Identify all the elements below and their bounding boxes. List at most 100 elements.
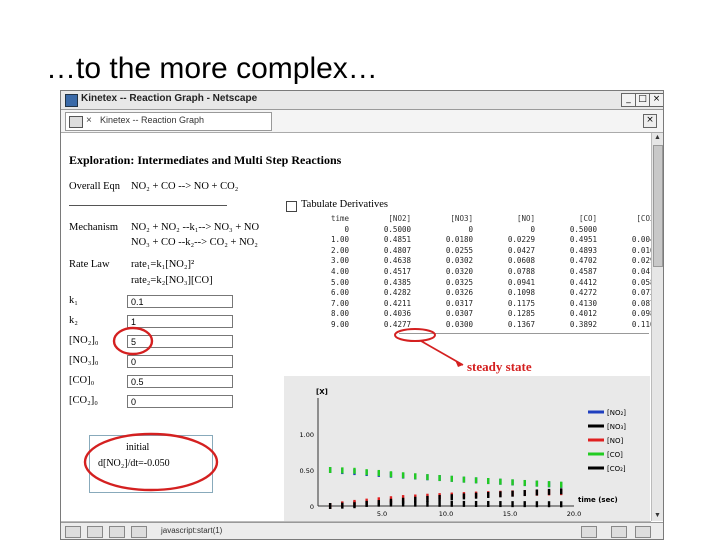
- data-point: [328, 503, 332, 509]
- table-row: 3.00 0.4638 0.0302 0.0608 0.4702 0.0298: [313, 256, 651, 267]
- table-cell: 0.0988: [631, 309, 651, 319]
- page-icon: [69, 116, 83, 128]
- data-point: [438, 495, 441, 502]
- data-point: [426, 495, 429, 502]
- x-tick-label: 10.0: [439, 510, 453, 518]
- data-point: [511, 501, 514, 508]
- table-cell: 0.4130: [569, 298, 597, 308]
- legend-entry: [CO₂]: [607, 465, 626, 473]
- data-point: [547, 481, 551, 488]
- table-cell: 0.4012: [569, 309, 597, 319]
- scroll-up-icon[interactable]: ▲: [652, 133, 663, 143]
- column-header: time: [330, 214, 349, 223]
- table-cell: 0.0229: [507, 235, 535, 245]
- table-cell: 0.4282: [383, 288, 411, 298]
- status-icon: [109, 526, 125, 538]
- table-row: 2.00 0.4807 0.0255 0.0427 0.4893 0.0107: [313, 246, 651, 257]
- table-cell: 0.4211: [383, 298, 411, 308]
- data-point: [401, 472, 405, 479]
- data-point: [474, 477, 478, 484]
- data-point: [450, 475, 453, 482]
- column-header: [CO]: [578, 214, 597, 223]
- browser-window: Kinetex -- Reaction Graph - Netscape _ □…: [60, 90, 664, 540]
- highlight-circle-no2: [112, 326, 154, 356]
- status-icon: [131, 526, 147, 538]
- data-point: [414, 473, 417, 480]
- data-point: [389, 498, 393, 505]
- plot-area: [X] time (sec) 0 0.50 1.00 5.0 10.0 15.0 20.0 [NO…: [284, 376, 650, 521]
- data-point: [523, 490, 526, 497]
- table-row: 4.00 0.4517 0.0320 0.0788 0.4587 0.0413: [313, 267, 651, 278]
- data-point: [511, 490, 514, 497]
- window-titlebar[interactable]: Kinetex -- Reaction Graph - Netscape _ □…: [61, 91, 663, 110]
- data-point: [365, 500, 368, 507]
- scroll-down-icon[interactable]: ▼: [652, 511, 663, 521]
- data-point: [474, 492, 478, 499]
- table-cell: 7.00: [330, 298, 349, 308]
- table-cell: 0.5000: [383, 224, 411, 234]
- status-bar: javascript:start(1): [61, 522, 663, 539]
- tabulate-label: Tabulate Derivatives: [301, 199, 389, 210]
- table-cell: 0.4272: [569, 288, 597, 298]
- table-cell: 0.0049: [631, 235, 651, 245]
- data-point: [401, 497, 405, 504]
- data-point: [560, 481, 563, 488]
- table-cell: 0.4036: [383, 309, 411, 319]
- data-point: [487, 500, 490, 507]
- table-cell: 0.1098: [507, 288, 535, 298]
- table-cell: 0.4702: [569, 256, 597, 266]
- data-point: [450, 494, 453, 501]
- legend-entry: [CO]: [607, 451, 623, 459]
- tabulate-checkbox[interactable]: [286, 201, 297, 212]
- data-point: [535, 489, 539, 496]
- data-point: [438, 474, 441, 481]
- table-cell: 0.4638: [383, 256, 411, 266]
- status-icon: [635, 526, 651, 538]
- data-point: [438, 500, 441, 507]
- data-point: [328, 467, 332, 473]
- vertical-scrollbar[interactable]: ▲ ▼: [651, 133, 663, 521]
- table-cell: 0.4517: [383, 266, 411, 276]
- no3-initial-label: [NO₃]₀: [69, 355, 99, 366]
- rate-2: rate₂=k₂[NO₃][CO]: [131, 275, 213, 286]
- table-cell: 8.00: [330, 309, 349, 319]
- close-window-button[interactable]: ×: [649, 93, 663, 107]
- tab-close-icon[interactable]: ×: [86, 115, 92, 126]
- table-cell: 0.0298: [631, 256, 651, 266]
- y-tick-label: 1.00: [300, 431, 314, 439]
- table-cell: 0.4385: [383, 277, 411, 287]
- minimize-button[interactable]: _: [621, 93, 636, 107]
- k1-label: k₁: [69, 295, 78, 306]
- data-point: [535, 480, 539, 487]
- data-table: time[NO2][NO3][NO][CO][CO2]00.5000000.50…: [313, 214, 651, 331]
- data-point: [523, 479, 526, 486]
- y-tick-label: 0.50: [300, 467, 314, 475]
- close-tab-button[interactable]: ×: [643, 114, 657, 128]
- data-point: [499, 491, 502, 498]
- column-header: [NO3]: [450, 214, 473, 223]
- divider: [69, 205, 227, 206]
- status-icon: [65, 526, 81, 538]
- data-point: [487, 478, 490, 485]
- data-point: [341, 502, 344, 509]
- table-cell: 0: [530, 224, 535, 234]
- table-cell: 0.0302: [445, 256, 473, 266]
- k1-input[interactable]: 0.1: [127, 295, 233, 308]
- x-tick-label: 5.0: [377, 510, 387, 518]
- table-cell: 0.5000: [569, 224, 597, 234]
- data-point: [450, 500, 453, 507]
- table-cell: 0.0307: [445, 309, 473, 319]
- legend-entry: [NO₃]: [607, 423, 626, 431]
- co2-initial-input[interactable]: 0: [127, 395, 233, 408]
- maximize-button[interactable]: □: [635, 93, 650, 107]
- co-initial-input[interactable]: 0.5: [127, 375, 233, 388]
- column-header: [CO2]: [636, 214, 651, 223]
- y-tick-label: 0: [310, 503, 314, 511]
- table-cell: 0.4412: [569, 277, 597, 287]
- table-cell: 0.0107: [631, 245, 651, 255]
- scroll-thumb[interactable]: [653, 145, 663, 267]
- tab-reaction-graph[interactable]: × Kinetex -- Reaction Graph: [65, 112, 272, 131]
- table-cell: 5.00: [330, 277, 349, 287]
- data-point: [560, 501, 563, 508]
- table-cell: 0.4951: [569, 235, 597, 245]
